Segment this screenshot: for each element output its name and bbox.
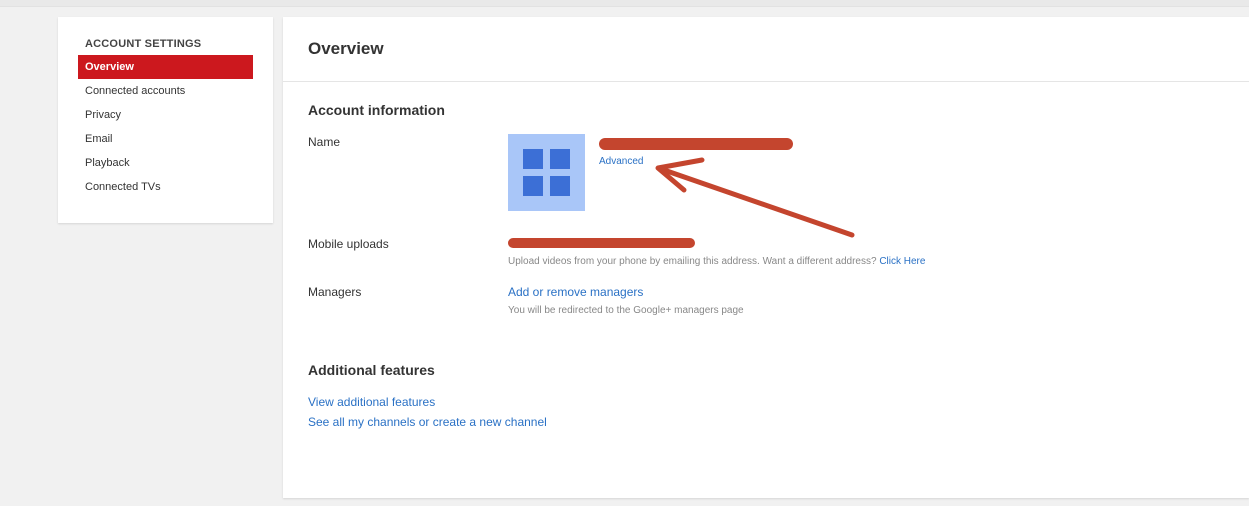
top-bar	[0, 0, 1249, 7]
sidebar-item-connected-accounts[interactable]: Connected accounts	[78, 79, 253, 103]
additional-features-heading: Additional features	[308, 362, 435, 378]
mobile-uploads-note-text: Upload videos from your phone by emailin…	[508, 256, 877, 267]
managers-label: Managers	[308, 285, 362, 299]
sidebar-item-playback[interactable]: Playback	[78, 151, 253, 175]
sidebar-heading: ACCOUNT SETTINGS	[85, 38, 202, 50]
avatar[interactable]	[508, 134, 585, 211]
click-here-link[interactable]: Click Here	[879, 256, 925, 267]
mobile-uploads-note: Upload videos from your phone by emailin…	[508, 256, 925, 267]
sidebar-item-email[interactable]: Email	[78, 127, 253, 151]
name-label: Name	[308, 135, 341, 149]
google-plus-page-avatar-icon	[523, 149, 570, 196]
sidebar-item-overview[interactable]: Overview	[78, 55, 253, 79]
mobile-uploads-label: Mobile uploads	[308, 237, 389, 251]
add-remove-managers-link[interactable]: Add or remove managers	[508, 285, 643, 299]
channels-link[interactable]: See all my channels or create a new chan…	[308, 415, 547, 429]
account-settings-sidebar: ACCOUNT SETTINGS Overview Connected acco…	[58, 17, 273, 223]
view-additional-features-link[interactable]: View additional features	[308, 395, 435, 409]
page-title: Overview	[308, 39, 384, 58]
main-panel: Overview Account information Name Advanc…	[283, 17, 1249, 498]
advanced-link[interactable]: Advanced	[599, 156, 643, 167]
managers-note: You will be redirected to the Google+ ma…	[508, 305, 744, 316]
account-information-heading: Account information	[308, 102, 445, 118]
redacted-upload-email	[508, 238, 695, 248]
title-divider	[283, 81, 1249, 82]
sidebar-item-privacy[interactable]: Privacy	[78, 103, 253, 127]
redacted-name	[599, 138, 793, 150]
sidebar-item-connected-tvs[interactable]: Connected TVs	[78, 175, 253, 199]
